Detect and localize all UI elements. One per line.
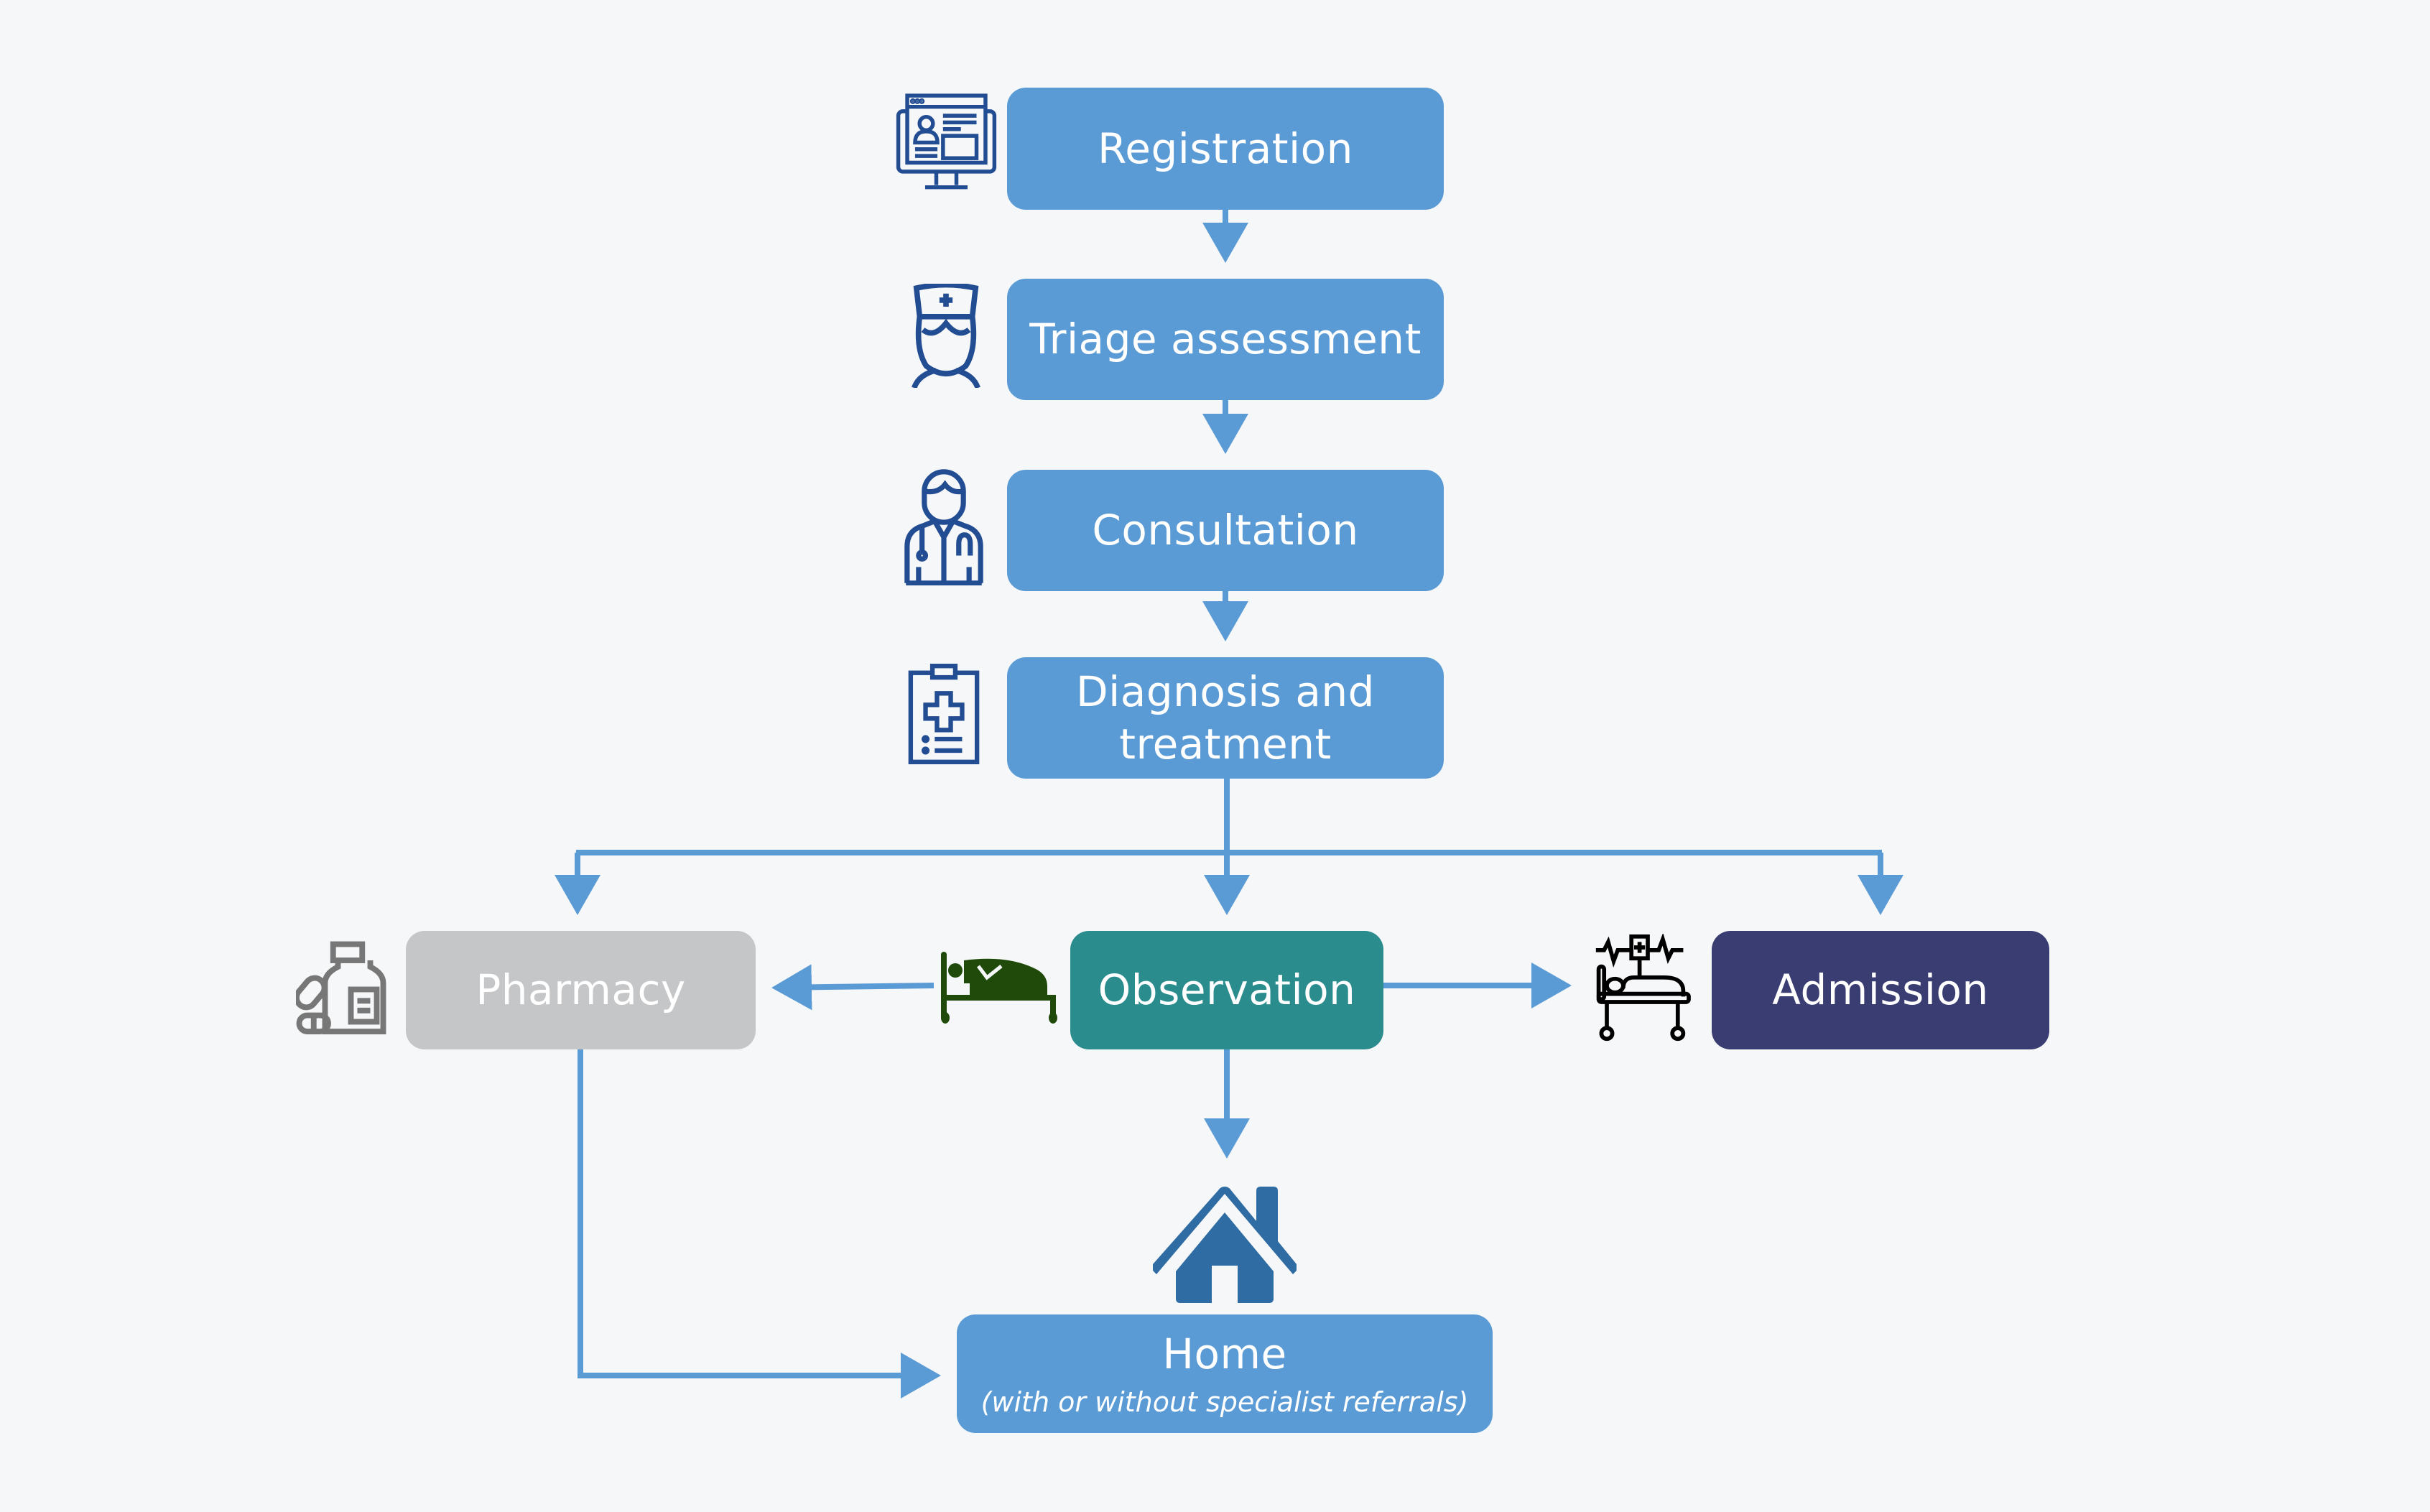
admission-label: Admission (1772, 965, 1989, 1015)
observation-step[interactable]: Observation (1070, 931, 1383, 1049)
home-step[interactable]: Home (with or without specialist referra… (957, 1314, 1493, 1433)
home-sublabel: (with or without specialist referrals) (980, 1386, 1469, 1418)
consultation-label: Consultation (1092, 506, 1359, 555)
diagnosis-label: Diagnosis and treatment (1076, 667, 1375, 769)
admission-step[interactable]: Admission (1712, 931, 2049, 1049)
edge-pharmacy-home (578, 1049, 941, 1399)
edge-observation-pharmacy (771, 964, 935, 1011)
triage-step[interactable]: Triage assessment (1007, 279, 1444, 400)
observation-label: Observation (1098, 965, 1356, 1015)
hospital-bed-monitor-icon (1593, 932, 1702, 1043)
consultation-step[interactable]: Consultation (1007, 470, 1444, 591)
triage-label: Triage assessment (1029, 315, 1422, 364)
pharmacy-step[interactable]: Pharmacy (406, 931, 756, 1049)
registration-label: Registration (1098, 124, 1353, 173)
house-icon (1151, 1187, 1298, 1303)
pharmacy-label: Pharmacy (476, 965, 686, 1015)
doctor-icon (904, 468, 984, 586)
clipboard-medical-icon (906, 664, 981, 764)
patient-in-bed-icon (941, 952, 1063, 1024)
home-label: Home (1162, 1329, 1287, 1378)
registration-step[interactable]: Registration (1007, 88, 1444, 210)
medicine-bottle-icon (294, 941, 393, 1038)
diagnosis-step[interactable]: Diagnosis and treatment (1007, 657, 1444, 779)
nurse-icon (906, 282, 986, 389)
computer-id-card-icon (894, 93, 998, 194)
